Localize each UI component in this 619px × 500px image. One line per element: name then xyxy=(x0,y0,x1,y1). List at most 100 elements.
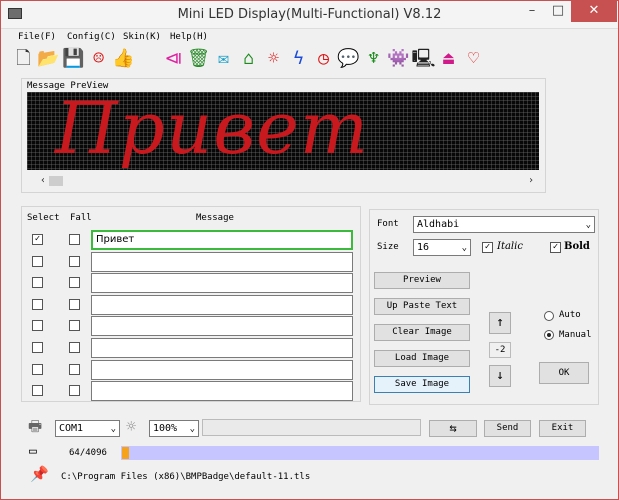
title-bar: Mini LED Display(Multi-Functional) V8.12… xyxy=(1,1,618,29)
menu-config[interactable]: Config(C) xyxy=(67,32,116,42)
heart-icon[interactable]: ♡ xyxy=(463,47,484,71)
usb-icon: ⇆ xyxy=(449,421,457,435)
italic-label: Italic xyxy=(497,241,523,252)
fall-checkbox[interactable] xyxy=(69,234,80,245)
size-select[interactable]: 16 ⌄ xyxy=(413,239,471,256)
select-header: Select xyxy=(27,213,60,223)
message-input[interactable] xyxy=(91,251,353,272)
menu-file[interactable]: File(F) xyxy=(18,32,56,42)
message-row: ✓ Привет xyxy=(23,230,363,251)
font-select[interactable]: Aldhabi ⌄ xyxy=(413,216,595,233)
fall-header: Fall xyxy=(70,213,92,223)
space-invader-icon[interactable]: 👾 xyxy=(387,47,409,71)
preview-button[interactable]: Preview xyxy=(374,272,470,289)
select-checkbox[interactable] xyxy=(32,320,43,332)
save-image-button[interactable]: Save Image xyxy=(374,376,470,393)
printer-icon: 🖶 xyxy=(28,417,43,435)
message-input[interactable]: Привет xyxy=(91,230,353,250)
sun-icon[interactable]: ☼ xyxy=(263,47,284,71)
message-input[interactable] xyxy=(91,338,353,358)
message-input[interactable] xyxy=(91,294,353,315)
message-row xyxy=(23,273,363,294)
fall-checkbox[interactable] xyxy=(69,385,80,397)
select-checkbox[interactable] xyxy=(32,298,43,310)
skip-icon[interactable]: ⧏ xyxy=(163,47,184,71)
brightness-select[interactable]: 100% ⌄ xyxy=(149,420,199,437)
smiley-icon[interactable]: ☹ xyxy=(88,47,109,71)
brightness-icon: ☼ xyxy=(126,417,137,437)
up-paste-text-button[interactable]: Up Paste Text xyxy=(374,298,470,315)
clock-icon[interactable]: ◷ xyxy=(313,47,334,71)
exit-button[interactable]: Exit xyxy=(539,420,586,437)
save-icon[interactable]: 💾 xyxy=(62,47,84,71)
usb-button[interactable]: ⇆ xyxy=(429,420,477,437)
send-button[interactable]: Send xyxy=(484,420,531,437)
status-field xyxy=(202,419,421,436)
home-icon[interactable]: ⌂ xyxy=(238,47,259,71)
message-input[interactable] xyxy=(91,381,353,402)
menu-help[interactable]: Help(H) xyxy=(170,32,208,42)
menu-skin[interactable]: Skin(K) xyxy=(123,32,161,42)
message-input[interactable] xyxy=(91,316,353,337)
move-down-button[interactable]: ↓ xyxy=(489,365,511,387)
fall-checkbox[interactable] xyxy=(69,363,80,375)
mail-icon[interactable]: ✉ xyxy=(213,47,234,71)
trash-icon[interactable]: 🗑 xyxy=(187,47,210,71)
apple-icon[interactable] xyxy=(138,47,159,71)
fall-checkbox[interactable] xyxy=(69,298,80,310)
plant-icon[interactable]: ♆ xyxy=(363,47,384,71)
load-image-button[interactable]: Load Image xyxy=(374,350,470,367)
new-file-icon[interactable]: 🗋 xyxy=(13,47,34,71)
minimize-button[interactable]: – xyxy=(519,1,545,22)
preview-label: Message PreView xyxy=(27,81,109,91)
capacity-progress-bar xyxy=(121,446,599,460)
chevron-down-icon: ⌄ xyxy=(110,424,116,434)
thumbs-up-icon[interactable]: 👍 xyxy=(112,47,134,71)
select-checkbox[interactable] xyxy=(32,342,43,353)
chat-icon[interactable]: 💬 xyxy=(337,47,359,71)
ok-button[interactable]: OK xyxy=(539,362,589,384)
select-checkbox[interactable] xyxy=(32,385,43,397)
com-port-select[interactable]: COM1 ⌄ xyxy=(55,420,120,437)
fall-checkbox[interactable] xyxy=(69,342,80,353)
fall-checkbox[interactable] xyxy=(69,277,80,289)
move-up-button[interactable]: ↑ xyxy=(489,312,511,334)
manual-radio[interactable] xyxy=(544,330,554,340)
message-input[interactable] xyxy=(91,359,353,380)
select-checkbox[interactable] xyxy=(32,277,43,289)
open-folder-icon[interactable]: 📂 xyxy=(37,47,59,71)
bold-checkbox[interactable]: ✓ xyxy=(550,242,561,253)
clear-image-button[interactable]: Clear Image xyxy=(374,324,470,341)
computer-icon[interactable]: 🖳 xyxy=(412,47,436,71)
fall-checkbox[interactable] xyxy=(69,320,80,332)
message-header: Message xyxy=(196,213,234,223)
message-row xyxy=(23,381,363,402)
memory-icon: ▭ xyxy=(29,444,37,459)
bold-label: Bold xyxy=(564,241,590,252)
auto-label: Auto xyxy=(559,310,581,320)
port-value: COM1 xyxy=(59,423,84,434)
lightning-icon[interactable]: ϟ xyxy=(288,47,309,71)
scroll-right-icon[interactable]: › xyxy=(525,173,537,189)
select-checkbox[interactable]: ✓ xyxy=(32,234,43,245)
scroll-thumb[interactable] xyxy=(49,176,63,186)
pin-icon: 📌 xyxy=(30,465,49,483)
message-input[interactable] xyxy=(91,273,353,294)
badge-icon[interactable]: ⏏ xyxy=(438,47,459,71)
select-checkbox[interactable] xyxy=(32,255,43,267)
preview-scrollbar[interactable]: ‹ › xyxy=(37,173,537,189)
manual-label: Manual xyxy=(559,330,592,340)
capacity-progress-fill xyxy=(122,447,130,459)
scroll-left-icon[interactable]: ‹ xyxy=(37,173,49,189)
maximize-button[interactable]: □ xyxy=(545,1,571,22)
toolbar: 🗋 📂 💾 ☹ 👍 ⧏ 🗑 ✉ ⌂ ☼ ϟ ◷ 💬 ♆ 👾 🖳 ⏏ ♡ xyxy=(13,47,493,73)
fall-checkbox[interactable] xyxy=(69,255,80,267)
italic-checkbox[interactable]: ✓ xyxy=(482,242,493,253)
message-row xyxy=(23,359,363,381)
led-preview-text: Привет xyxy=(55,92,370,170)
select-checkbox[interactable] xyxy=(32,363,43,375)
auto-radio[interactable] xyxy=(544,311,554,321)
file-path: C:\Program Files (x86)\BMPBadge\default-… xyxy=(61,472,311,482)
message-row xyxy=(23,316,363,337)
close-button[interactable]: ✕ xyxy=(571,1,617,22)
